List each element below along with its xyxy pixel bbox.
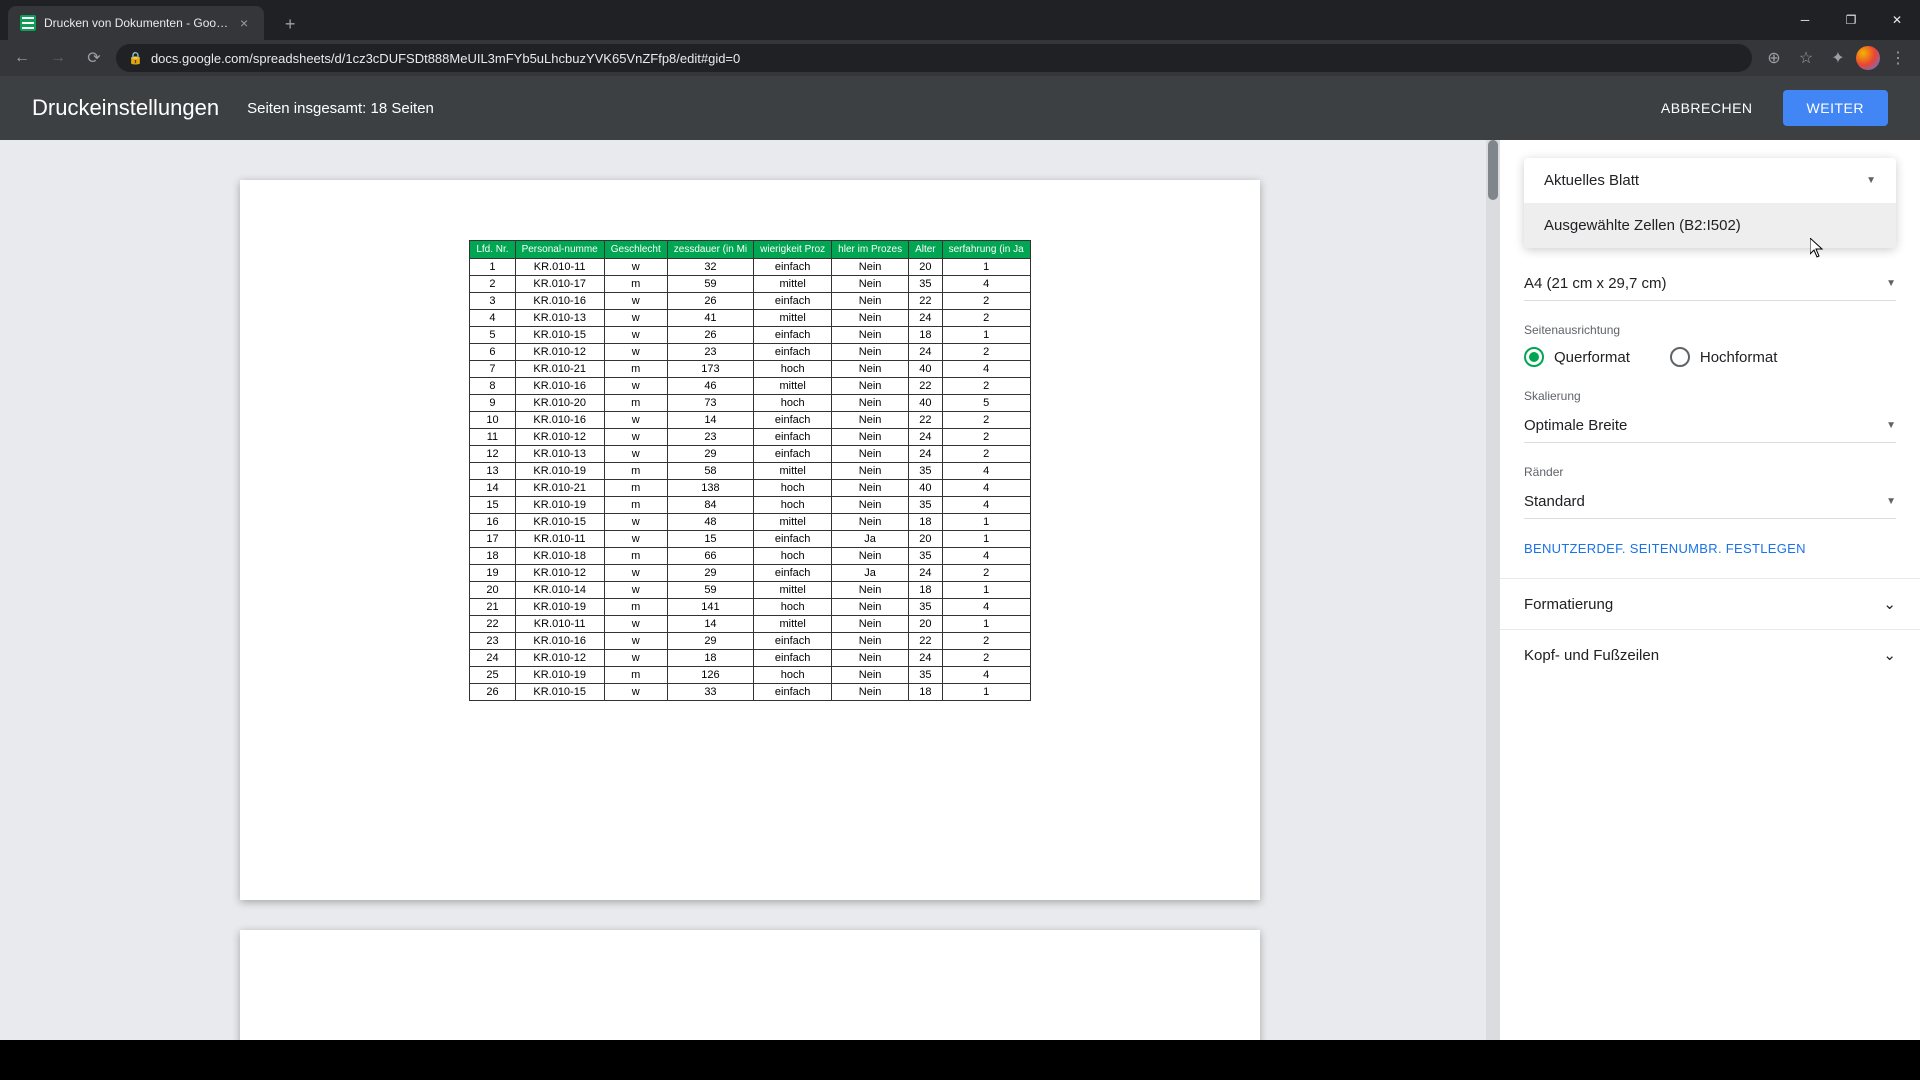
table-header: serfahrung (in Ja xyxy=(942,241,1030,259)
minimize-button[interactable]: ─ xyxy=(1782,0,1828,40)
margins-label: Ränder xyxy=(1524,465,1896,479)
zoom-icon[interactable]: ⊕ xyxy=(1760,44,1788,72)
formatting-expander[interactable]: Formatierung ⌄ xyxy=(1500,578,1920,629)
scale-label: Skalierung xyxy=(1524,389,1896,403)
back-button[interactable]: ← xyxy=(8,44,36,72)
forward-button[interactable]: → xyxy=(44,44,72,72)
table-row: 2KR.010-17m59mittelNein354 xyxy=(470,276,1030,293)
sheets-favicon-icon xyxy=(20,15,36,31)
table-row: 12KR.010-13w29einfachNein242 xyxy=(470,446,1030,463)
browser-titlebar: Drucken von Dokumenten - Goo… × + ─ ❐ ✕ xyxy=(0,0,1920,40)
reload-button[interactable]: ⟳ xyxy=(80,44,108,72)
lock-icon: 🔒 xyxy=(128,51,143,65)
table-row: 25KR.010-19m126hochNein354 xyxy=(470,667,1030,684)
new-tab-button[interactable]: + xyxy=(276,10,304,38)
table-header: Geschlecht xyxy=(604,241,667,259)
profile-avatar[interactable] xyxy=(1856,46,1880,70)
next-button[interactable]: WEITER xyxy=(1783,90,1888,126)
preview-table: Lfd. Nr.Personal-nummeGeschlechtzessdaue… xyxy=(469,240,1030,701)
chevron-down-icon: ▼ xyxy=(1866,175,1876,186)
table-header: Alter xyxy=(909,241,943,259)
preview-scrollbar[interactable] xyxy=(1486,140,1500,1040)
margins-select[interactable]: Standard ▼ xyxy=(1524,485,1896,519)
table-row: 11KR.010-12w23einfachNein242 xyxy=(470,429,1030,446)
table-row: 22KR.010-11w14mittelNein201 xyxy=(470,616,1030,633)
print-range-dropdown: Aktuelles Blatt ▼ Ausgewählte Zellen (B2… xyxy=(1524,158,1896,248)
orientation-landscape-radio[interactable]: Querformat xyxy=(1524,347,1630,367)
total-pages-label: Seiten insgesamt: 18 Seiten xyxy=(247,100,434,117)
table-row: 26KR.010-15w33einfachNein181 xyxy=(470,684,1030,701)
chevron-down-icon: ▼ xyxy=(1886,278,1896,289)
table-row: 1KR.010-11w32einfachNein201 xyxy=(470,259,1030,276)
table-row: 14KR.010-21m138hochNein404 xyxy=(470,480,1030,497)
extensions-icon[interactable]: ✦ xyxy=(1824,44,1852,72)
scrollbar-thumb[interactable] xyxy=(1488,140,1498,200)
content-area: Lfd. Nr.Personal-nummeGeschlechtzessdaue… xyxy=(0,140,1920,1040)
table-row: 13KR.010-19m58mittelNein354 xyxy=(470,463,1030,480)
tab-title: Drucken von Dokumenten - Goo… xyxy=(44,16,228,30)
table-row: 19KR.010-12w29einfachJa242 xyxy=(470,565,1030,582)
chevron-down-icon: ⌄ xyxy=(1883,595,1896,613)
radio-unchecked-icon xyxy=(1670,347,1690,367)
table-row: 17KR.010-11w15einfachJa201 xyxy=(470,531,1030,548)
bookmark-star-icon[interactable]: ☆ xyxy=(1792,44,1820,72)
url-text: docs.google.com/spreadsheets/d/1cz3cDUFS… xyxy=(151,51,740,66)
table-row: 10KR.010-16w14einfachNein222 xyxy=(470,412,1030,429)
table-header: hler im Prozes xyxy=(832,241,909,259)
table-row: 6KR.010-12w23einfachNein242 xyxy=(470,344,1030,361)
table-row: 9KR.010-20m73hochNein405 xyxy=(470,395,1030,412)
cancel-button[interactable]: ABBRECHEN xyxy=(1643,90,1771,126)
print-preview-area[interactable]: Lfd. Nr.Personal-nummeGeschlechtzessdaue… xyxy=(0,140,1500,1040)
print-settings-sidebar: Drucken ▼ Aktuelles Blatt ▼ Ausgewählte … xyxy=(1500,140,1920,1040)
dropdown-option-selected-cells[interactable]: Ausgewählte Zellen (B2:I502) xyxy=(1524,203,1896,248)
browser-menu-icon[interactable]: ⋮ xyxy=(1884,44,1912,72)
close-window-button[interactable]: ✕ xyxy=(1874,0,1920,40)
chevron-down-icon: ▼ xyxy=(1886,420,1896,431)
orientation-label: Seitenausrichtung xyxy=(1524,323,1896,337)
orientation-portrait-radio[interactable]: Hochformat xyxy=(1670,347,1778,367)
table-row: 21KR.010-19m141hochNein354 xyxy=(470,599,1030,616)
table-row: 4KR.010-13w41mittelNein242 xyxy=(470,310,1030,327)
window-controls: ─ ❐ ✕ xyxy=(1782,0,1920,40)
headers-footers-expander[interactable]: Kopf- und Fußzeilen ⌄ xyxy=(1500,629,1920,680)
print-settings-header: Druckeinstellungen Seiten insgesamt: 18 … xyxy=(0,76,1920,140)
table-header: wierigkeit Proz xyxy=(754,241,832,259)
preview-page-1: Lfd. Nr.Personal-nummeGeschlechtzessdaue… xyxy=(240,180,1260,900)
url-field[interactable]: 🔒 docs.google.com/spreadsheets/d/1cz3cDU… xyxy=(116,44,1752,72)
table-row: 7KR.010-21m173hochNein404 xyxy=(470,361,1030,378)
table-row: 24KR.010-12w18einfachNein242 xyxy=(470,650,1030,667)
table-row: 20KR.010-14w59mittelNein181 xyxy=(470,582,1030,599)
table-row: 18KR.010-18m66hochNein354 xyxy=(470,548,1030,565)
tab-close-icon[interactable]: × xyxy=(236,15,252,31)
maximize-button[interactable]: ❐ xyxy=(1828,0,1874,40)
bottom-black-bar xyxy=(0,1040,1920,1080)
table-header: Lfd. Nr. xyxy=(470,241,515,259)
chevron-down-icon: ⌄ xyxy=(1883,646,1896,664)
preview-page-2 xyxy=(240,930,1260,1040)
table-header: Personal-numme xyxy=(515,241,604,259)
table-header: zessdauer (in Mi xyxy=(667,241,753,259)
table-row: 3KR.010-16w26einfachNein222 xyxy=(470,293,1030,310)
table-row: 8KR.010-16w46mittelNein222 xyxy=(470,378,1030,395)
scale-select[interactable]: Optimale Breite ▼ xyxy=(1524,409,1896,443)
custom-page-breaks-link[interactable]: BENUTZERDEF. SEITENUMBR. FESTLEGEN xyxy=(1524,541,1896,556)
table-row: 16KR.010-15w48mittelNein181 xyxy=(470,514,1030,531)
table-row: 5KR.010-15w26einfachNein181 xyxy=(470,327,1030,344)
radio-checked-icon xyxy=(1524,347,1544,367)
page-title: Druckeinstellungen xyxy=(32,95,219,121)
browser-address-bar: ← → ⟳ 🔒 docs.google.com/spreadsheets/d/1… xyxy=(0,40,1920,76)
dropdown-option-current-sheet[interactable]: Aktuelles Blatt ▼ xyxy=(1524,158,1896,203)
chevron-down-icon: ▼ xyxy=(1886,496,1896,507)
paper-size-select[interactable]: A4 (21 cm x 29,7 cm) ▼ xyxy=(1524,267,1896,301)
table-row: 15KR.010-19m84hochNein354 xyxy=(470,497,1030,514)
table-row: 23KR.010-16w29einfachNein222 xyxy=(470,633,1030,650)
browser-tab[interactable]: Drucken von Dokumenten - Goo… × xyxy=(8,6,264,40)
